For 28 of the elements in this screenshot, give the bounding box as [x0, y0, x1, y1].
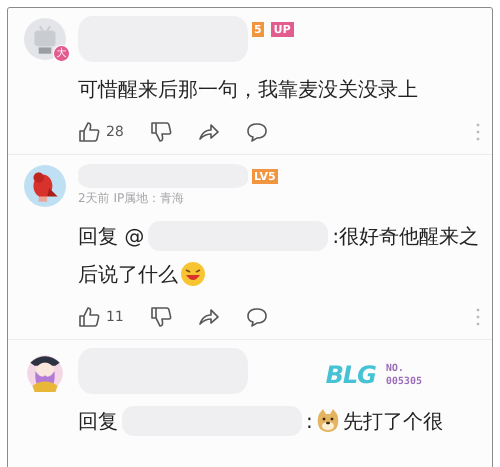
vip-badge: 大	[53, 45, 70, 62]
team-logo: BLG	[326, 361, 376, 389]
comment-text: 可惜醒来后那一句，我靠麦没关没录上	[78, 76, 418, 103]
comment-icon[interactable]	[246, 121, 268, 143]
comment-text: 先打了个很	[342, 408, 443, 435]
thumbs-up-icon[interactable]	[78, 306, 100, 328]
level-badge: LV5	[252, 168, 278, 184]
thumbs-up-icon[interactable]	[78, 121, 100, 143]
comment-text: 后说了什么	[78, 261, 178, 288]
dog-emoji-icon	[314, 408, 341, 434]
comment-text: 回复	[78, 408, 118, 435]
level-badge: 5	[252, 22, 264, 36]
like-count: 28	[106, 124, 124, 140]
comment-meta: 2天前 IP属地：青海	[78, 190, 186, 207]
thumbs-down-icon[interactable]	[150, 306, 172, 328]
share-icon[interactable]	[198, 306, 220, 328]
comment-icon[interactable]	[246, 306, 268, 328]
thumbs-down-icon[interactable]	[150, 121, 172, 143]
avatar[interactable]	[24, 165, 66, 207]
comment-text: :很好奇他醒来之	[332, 223, 480, 250]
laughing-emoji-icon	[180, 261, 206, 287]
comment-text: :	[306, 408, 313, 435]
share-icon[interactable]	[198, 121, 220, 143]
medal-label: NO.	[386, 362, 405, 375]
medal-number: 005305	[386, 375, 422, 388]
up-badge: UP	[270, 22, 294, 36]
comment-text: 回复 @	[78, 223, 144, 250]
like-count: 11	[106, 309, 124, 325]
